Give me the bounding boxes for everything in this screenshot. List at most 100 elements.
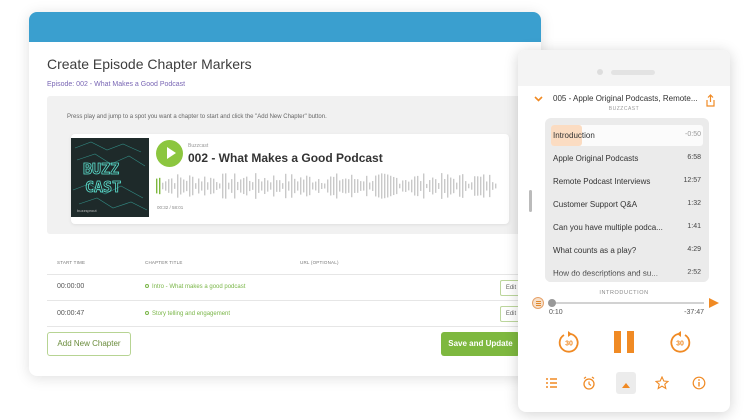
seek-handle[interactable]: [548, 299, 557, 307]
chapter-list-icon[interactable]: [532, 297, 544, 309]
chapter-title-text: Story telling and engagement: [152, 311, 231, 317]
row-divider: [47, 300, 539, 301]
chapter-label: Remote Podcast Interviews: [553, 177, 651, 186]
chapter-start-time[interactable]: 00:00:47: [57, 310, 84, 317]
seek-bar[interactable]: [548, 299, 704, 307]
scroll-handle[interactable]: [529, 190, 532, 212]
pause-icon[interactable]: [614, 331, 634, 353]
cover-brand: buzzsprout: [77, 208, 97, 213]
airplay-icon[interactable]: [619, 376, 633, 390]
pause-bar: [627, 331, 634, 353]
waveform-bar: [207, 182, 209, 190]
add-new-chapter-button[interactable]: Add New Chapter: [47, 332, 131, 356]
waveform-bar: [237, 181, 239, 191]
episode-title: 002 - What Makes a Good Podcast: [188, 151, 383, 165]
info-icon[interactable]: [692, 376, 706, 390]
list-icon[interactable]: [545, 376, 559, 390]
time-readout: 00:32 / 58:01: [157, 205, 184, 210]
waveform-bar: [192, 176, 194, 196]
bottom-toolbar: [518, 370, 730, 400]
waveform-bar: [360, 181, 362, 191]
row-divider: [47, 274, 539, 275]
waveform-bar: [315, 181, 317, 191]
waveform-bar: [381, 173, 383, 199]
waveform-bar: [366, 175, 368, 197]
waveform-bar: [183, 179, 185, 193]
star-icon[interactable]: [655, 376, 669, 390]
waveform-bar: [222, 173, 224, 199]
chapter-item[interactable]: Can you have multiple podca... 1:41: [551, 217, 703, 238]
chapter-item[interactable]: What counts as a play? 4:29: [551, 240, 703, 261]
chapter-item[interactable]: Remote Podcast Interviews 12:57: [551, 171, 703, 192]
chapter-marker-icon: [145, 311, 149, 316]
card-header-bar: [29, 12, 541, 42]
save-and-update-button[interactable]: Save and Update: [441, 332, 520, 356]
cover-pattern: BUZZ CAST: [72, 141, 148, 211]
waveform-bar: [468, 183, 470, 189]
waveform-bar: [168, 179, 170, 193]
instructions-text: Press play and jump to a spot you want a…: [67, 114, 327, 120]
chapter-item[interactable]: Apple Original Podcasts 6:58: [551, 148, 703, 169]
waveform-bar: [480, 176, 482, 196]
waveform-bar: [234, 173, 236, 199]
waveform-bar: [291, 174, 293, 198]
waveform-bar: [489, 174, 491, 198]
play-button[interactable]: [156, 140, 183, 167]
chapter-time: -0:50: [685, 131, 701, 138]
next-chapter-icon[interactable]: [709, 298, 719, 308]
waveform-bar: [456, 182, 458, 190]
waveform-bar: [321, 183, 323, 189]
pause-bar: [614, 331, 621, 353]
waveform-bar: [306, 175, 308, 197]
waveform-bar: [408, 181, 410, 191]
waveform-bar: [414, 176, 416, 196]
waveform-bar: [303, 179, 305, 193]
waveform-bar: [201, 181, 203, 191]
share-icon[interactable]: [705, 94, 716, 107]
waveform-bar: [390, 175, 392, 197]
waveform-bar: [246, 176, 248, 196]
now-playing-subtitle: BUZZCAST: [608, 106, 640, 112]
waveform-bar: [252, 182, 254, 190]
waveform-bar: [174, 183, 176, 189]
waveform-bar: [318, 179, 320, 193]
waveform-bar: [351, 174, 353, 198]
chapter-title-field[interactable]: Intro - What makes a good podcast: [145, 284, 245, 290]
skip-forward-icon[interactable]: 30: [669, 331, 691, 353]
waveform-bar: [336, 173, 338, 199]
chapter-label: Introduction: [553, 131, 595, 140]
audio-waveform[interactable]: [156, 172, 498, 200]
chapter-title-field[interactable]: Story telling and engagement: [145, 311, 230, 317]
waveform-bar: [261, 181, 263, 191]
chapter-marker-icon: [145, 284, 149, 289]
waveform-bar: [177, 174, 179, 198]
waveform-bar: [258, 179, 260, 193]
chapter-label: Customer Support Q&A: [553, 200, 638, 209]
episode-link[interactable]: Episode: 002 - What Makes a Good Podcast: [47, 81, 185, 88]
waveform-bar: [405, 180, 407, 192]
waveform-bar: [165, 181, 167, 191]
waveform-bar: [231, 179, 233, 193]
waveform-bar: [288, 181, 290, 191]
waveform-bar: [432, 177, 434, 195]
waveform-bar: [162, 182, 164, 190]
chevron-down-icon[interactable]: [534, 94, 543, 103]
chapter-start-time[interactable]: 00:00:00: [57, 283, 84, 290]
sleep-timer-icon[interactable]: [582, 376, 596, 390]
screenshot-stage: Create Episode Chapter Markers Episode: …: [0, 0, 750, 420]
waveform-bar: [411, 179, 413, 193]
chapter-item[interactable]: Introduction -0:50: [551, 125, 703, 146]
waveform-bar: [276, 180, 278, 192]
waveform-bar: [399, 183, 401, 189]
waveform-bar: [255, 173, 257, 199]
list-fade: [545, 272, 709, 282]
chapter-item[interactable]: Customer Support Q&A 1:32: [551, 194, 703, 215]
waveform-bar: [459, 175, 461, 197]
chapter-editor-card: Create Episode Chapter Markers Episode: …: [29, 12, 541, 376]
column-header-start-time: START TIME: [57, 260, 86, 265]
skip-back-icon[interactable]: 30: [558, 331, 580, 353]
waveform-bar: [198, 178, 200, 194]
chapter-title-text: Intro - What makes a good podcast: [152, 284, 246, 290]
waveform-bar: [210, 177, 212, 195]
waveform-bar: [369, 182, 371, 190]
